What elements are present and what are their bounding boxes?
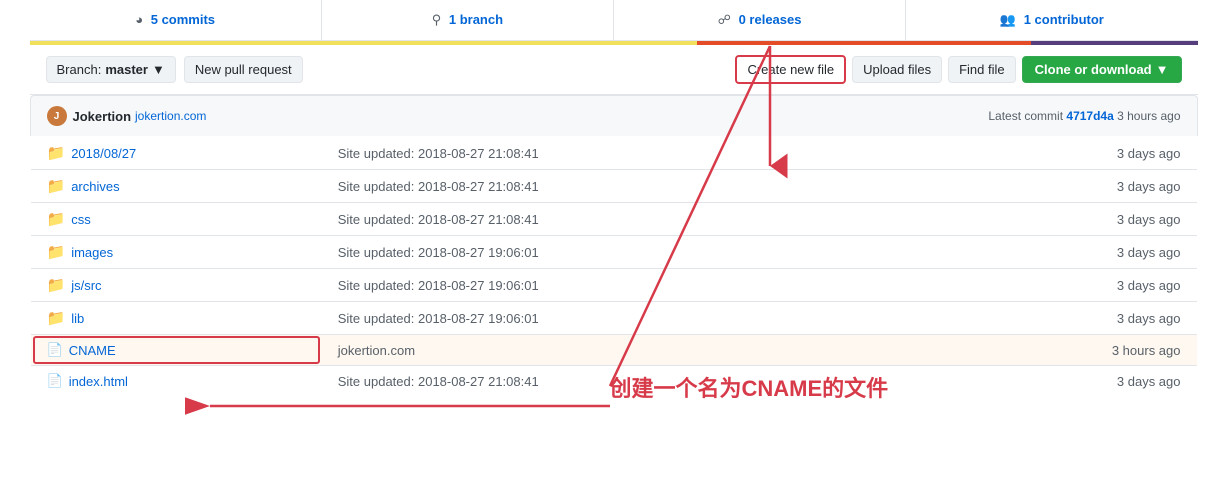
branch-name: master xyxy=(105,62,148,77)
file-name-link[interactable]: CNAME xyxy=(69,343,116,358)
upload-files-button[interactable]: Upload files xyxy=(852,56,942,83)
file-name-cell: 📄 CNAME xyxy=(47,342,306,358)
find-file-button[interactable]: Find file xyxy=(948,56,1016,83)
avatar: J xyxy=(47,106,67,126)
file-name-link[interactable]: js/src xyxy=(71,278,101,293)
file-icon: 📄 xyxy=(47,342,63,358)
contributors-label: contributor xyxy=(1035,12,1104,27)
file-name-cell: 📁 archives xyxy=(47,177,306,195)
file-table: 📁 2018/08/27 Site updated: 2018-08-27 21:0… xyxy=(30,136,1198,397)
table-row: 📁 2018/08/27 Site updated: 2018-08-27 21:0… xyxy=(30,137,1197,170)
file-name-link[interactable]: images xyxy=(71,245,113,260)
file-time: 3 days ago xyxy=(964,269,1197,302)
branches-stat[interactable]: ⚲ 1 branch xyxy=(322,0,614,40)
lang-seg-1 xyxy=(30,41,697,45)
file-name-link[interactable]: css xyxy=(71,212,91,227)
commits-icon: ◕ xyxy=(135,12,143,27)
file-icon: 📄 xyxy=(47,373,63,389)
create-new-file-button[interactable]: Create new file xyxy=(735,55,846,84)
file-name-cell: 📁 2018/08/27 xyxy=(47,144,306,162)
file-time: 3 days ago xyxy=(964,203,1197,236)
commits-stat[interactable]: ◕ 5 commits xyxy=(30,0,322,40)
stats-bar: ◕ 5 commits ⚲ 1 branch ☍ 0 releases 👥 1 xyxy=(30,0,1198,41)
committer-link[interactable]: jokertion.com xyxy=(135,109,206,123)
table-row: 📁 archives Site updated: 2018-08-27 21:08:… xyxy=(30,170,1197,203)
new-pull-request-button[interactable]: New pull request xyxy=(184,56,303,83)
table-row: 📁 lib Site updated: 2018-08-27 19:06:013 d… xyxy=(30,302,1197,335)
clone-button-label: Clone or download xyxy=(1035,62,1152,77)
branch-count: 1 xyxy=(449,12,456,27)
branch-selector[interactable]: Branch: master ▼ xyxy=(46,56,176,83)
releases-label: releases xyxy=(749,12,801,27)
commit-message: Site updated: 2018-08-27 19:06:01 xyxy=(322,236,964,269)
file-time: 3 days ago xyxy=(964,170,1197,203)
commit-message-label: Latest commit xyxy=(988,109,1063,123)
releases-count: 0 xyxy=(739,12,746,27)
commit-message: Site updated: 2018-08-27 21:08:41 xyxy=(322,137,964,170)
file-name-link[interactable]: 2018/08/27 xyxy=(71,146,136,161)
folder-icon: 📁 xyxy=(47,177,66,195)
file-name-cell: 📁 images xyxy=(47,243,306,261)
toolbar-left: Branch: master ▼ New pull request xyxy=(46,56,303,83)
file-name-link[interactable]: index.html xyxy=(69,374,128,389)
repo-toolbar: Branch: master ▼ New pull request Create… xyxy=(30,45,1198,95)
file-time: 3 days ago xyxy=(964,137,1197,170)
folder-icon: 📁 xyxy=(47,144,66,162)
table-row: 📁 css Site updated: 2018-08-27 21:08:413 d… xyxy=(30,203,1197,236)
file-name-cell: 📁 js/src xyxy=(47,276,306,294)
lang-seg-2 xyxy=(697,41,1031,45)
file-time: 3 days ago xyxy=(964,236,1197,269)
file-name-cell: 📄 index.html xyxy=(47,373,306,389)
folder-icon: 📁 xyxy=(47,210,66,228)
commit-message: Site updated: 2018-08-27 19:06:01 xyxy=(322,302,964,335)
commit-message: Site updated: 2018-08-27 21:08:41 xyxy=(322,170,964,203)
toolbar-right: Create new file Upload files Find file C… xyxy=(735,55,1181,84)
contributors-icon: 👥 xyxy=(1000,12,1016,27)
file-name-cell: 📁 css xyxy=(47,210,306,228)
tag-icon: ☍ xyxy=(718,12,731,27)
commit-message: Site updated: 2018-08-27 21:08:41 xyxy=(322,203,964,236)
table-row: 📄 CNAME jokertion.com3 hours ago xyxy=(30,335,1197,366)
contributors-stat[interactable]: 👥 1 contributor xyxy=(906,0,1197,40)
dropdown-icon: ▼ xyxy=(152,62,165,77)
branch-icon: ⚲ xyxy=(432,12,442,27)
table-row: 📁 images Site updated: 2018-08-27 19:06:01… xyxy=(30,236,1197,269)
file-time: 3 days ago xyxy=(964,366,1197,397)
commit-hash-link[interactable]: 4717d4a xyxy=(1066,109,1113,123)
commit-message: Site updated: 2018-08-27 19:06:01 xyxy=(322,269,964,302)
commit-info-header: J Jokertion jokertion.com Latest commit … xyxy=(30,95,1198,136)
folder-icon: 📁 xyxy=(47,276,66,294)
commit-message: Site updated: 2018-08-27 21:08:41 xyxy=(322,366,964,397)
commit-message: jokertion.com xyxy=(322,335,964,366)
contributors-count: 1 xyxy=(1024,12,1031,27)
commits-count: 5 xyxy=(151,12,158,27)
table-row: 📄 index.html Site updated: 2018-08-27 21:0… xyxy=(30,366,1197,397)
file-time: 3 hours ago xyxy=(964,335,1197,366)
commit-hash-info: Latest commit 4717d4a 3 hours ago xyxy=(988,109,1180,123)
clone-or-download-button[interactable]: Clone or download ▼ xyxy=(1022,56,1182,83)
contributors-link[interactable]: 1 contributor xyxy=(1024,12,1104,27)
table-row: 📁 js/src Site updated: 2018-08-27 19:06:01… xyxy=(30,269,1197,302)
branch-label: Branch: xyxy=(57,62,102,77)
file-time: 3 days ago xyxy=(964,302,1197,335)
file-list-container: 📁 2018/08/27 Site updated: 2018-08-27 21:0… xyxy=(30,136,1198,397)
file-name-cell: 📁 lib xyxy=(47,309,306,327)
file-name-link[interactable]: lib xyxy=(71,311,84,326)
branch-link[interactable]: 1 branch xyxy=(449,12,503,27)
folder-icon: 📁 xyxy=(47,243,66,261)
releases-stat[interactable]: ☍ 0 releases xyxy=(614,0,906,40)
committer-name: Jokertion xyxy=(73,109,132,124)
commit-time: 3 hours ago xyxy=(1117,109,1180,123)
language-bar xyxy=(30,41,1198,45)
lang-seg-3 xyxy=(1031,41,1198,45)
commits-label: commits xyxy=(162,12,215,27)
folder-icon: 📁 xyxy=(47,309,66,327)
releases-link[interactable]: 0 releases xyxy=(739,12,802,27)
commits-link[interactable]: 5 commits xyxy=(151,12,215,27)
clone-dropdown-icon: ▼ xyxy=(1156,62,1169,77)
file-name-link[interactable]: archives xyxy=(71,179,119,194)
branch-label: branch xyxy=(460,12,503,27)
